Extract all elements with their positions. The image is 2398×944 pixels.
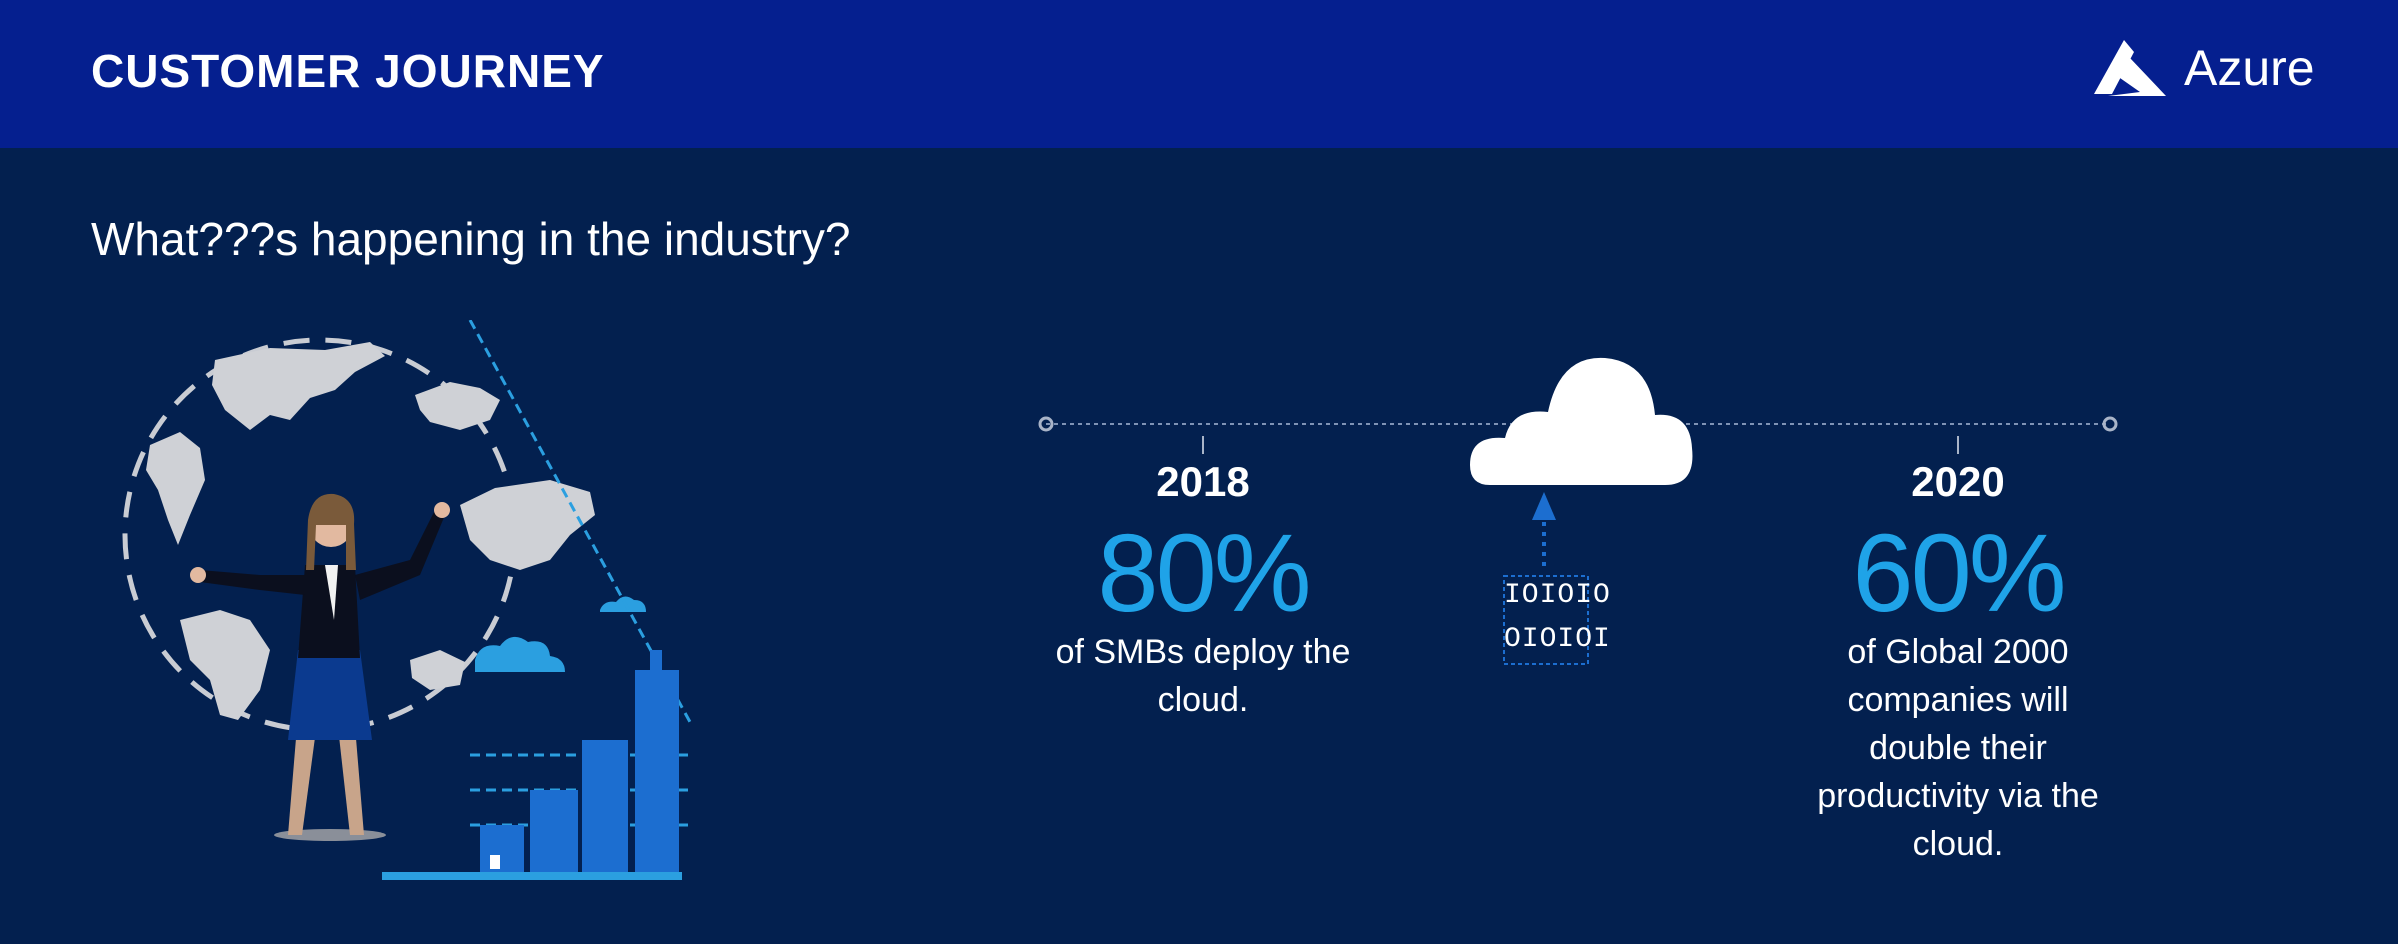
stat-year-2018: 2018	[1156, 458, 1250, 505]
stat-year-2020: 2020	[1911, 458, 2005, 505]
cloud-icon	[1470, 357, 1693, 665]
stat-description-global2000: of Global 2000 companies will double the…	[1817, 633, 2099, 863]
page-title: CUSTOMER JOURNEY	[91, 45, 605, 97]
stat-description-smbs: of SMBs deploy the cloud.	[1055, 633, 1351, 719]
upload-arrow-icon	[1532, 492, 1556, 572]
azure-logo: Azure	[2090, 36, 2315, 100]
binary-line-1: IOIOIO	[1504, 580, 1611, 611]
azure-logo-text: Azure	[2184, 40, 2315, 96]
header-bar: CUSTOMER JOURNEY Azure	[0, 0, 2398, 148]
section-subtitle: What???s happening in the industry?	[91, 213, 851, 265]
azure-logo-icon	[2094, 40, 2166, 96]
binary-line-2: OIOIOI	[1504, 624, 1611, 655]
globe-illustration	[122, 320, 692, 880]
tick-2018	[1202, 436, 1204, 454]
stat-value-60: 60%	[1852, 512, 2066, 635]
tick-2020	[1957, 436, 1959, 454]
stat-value-80: 80%	[1097, 512, 1311, 635]
